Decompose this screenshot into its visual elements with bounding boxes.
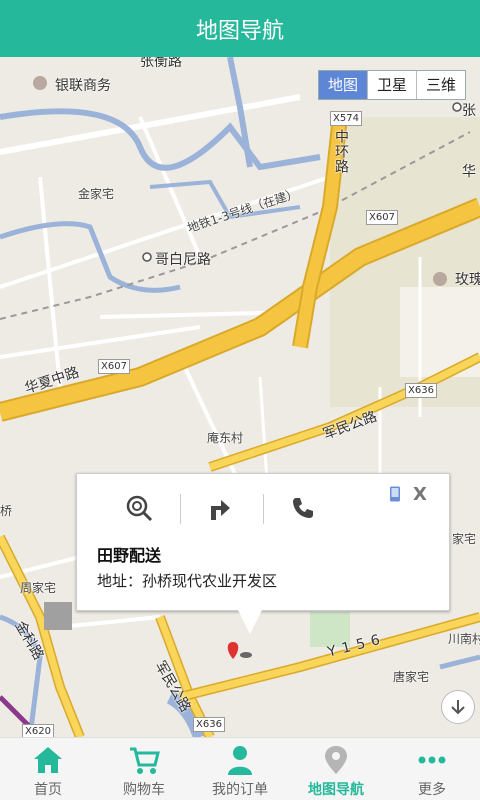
map-view[interactable]: 银联商务 张衡路 金家宅 哥白尼路 地铁1-3号线（在建） 华夏中路 华 中环路… <box>0 57 480 737</box>
divider <box>180 494 181 524</box>
mobile-icon <box>390 486 400 502</box>
turn-arrow-icon <box>211 500 230 520</box>
page-title: 地图导航 <box>195 18 284 44</box>
scroll-down-button[interactable] <box>441 690 475 724</box>
popup-title: 田野配送 <box>97 546 162 565</box>
tab-label: 首页 <box>34 782 62 798</box>
road-shield: X607 <box>366 210 398 225</box>
tab-label: 地图导航 <box>308 782 364 798</box>
tab-cart[interactable]: 购物车 <box>96 738 192 800</box>
map-type-satellite[interactable]: 卫星 <box>367 71 416 99</box>
map-type-switcher: 地图 卫星 三维 <box>318 70 466 100</box>
map-label: 周家宅 <box>20 581 57 595</box>
map-label: 张衡路 <box>140 57 182 70</box>
map-label: 庵东村 <box>207 431 244 445</box>
road-shield: X607 <box>98 359 130 374</box>
arrow-down-icon <box>451 700 465 715</box>
map-label: 华 <box>462 164 476 180</box>
map-label: 金家宅 <box>78 187 115 201</box>
map-label: 玫瑰 <box>455 272 480 288</box>
tab-label: 更多 <box>418 782 446 798</box>
tab-label: 购物车 <box>123 782 165 798</box>
road-shield: X636 <box>405 383 437 398</box>
search-icon <box>126 495 153 522</box>
app-screen: 地图导航 银联商务 张衡路 金家宅 哥白尼路 地铁1-3号线（在建） 华夏中路 … <box>0 0 480 800</box>
call-button[interactable] <box>283 488 323 528</box>
tab-map[interactable]: 地图导航 <box>288 738 384 800</box>
road-shield: X574 <box>330 111 362 126</box>
popup-address: 地址：孙桥现代农业开发区 <box>97 572 278 590</box>
map-label: 张 <box>462 103 476 119</box>
tab-home[interactable]: 首页 <box>0 738 96 800</box>
tab-orders[interactable]: 我的订单 <box>192 738 288 800</box>
bottom-tab-bar: 首页 购物车 我的订单 地图导航 更多 <box>0 737 480 800</box>
phone-icon <box>293 498 313 518</box>
map-label: 银联商务 <box>55 78 111 94</box>
map-label: 哥白尼路 <box>155 252 211 268</box>
map-label: 唐家宅 <box>393 670 430 684</box>
navigate-button[interactable] <box>199 488 239 528</box>
road-shield: X636 <box>193 717 225 732</box>
more-icon <box>418 756 446 764</box>
map-label: 中环路 <box>333 129 349 174</box>
tab-label: 我的订单 <box>212 782 268 798</box>
cart-icon <box>130 747 160 774</box>
map-label: 川南村 <box>448 632 480 646</box>
header-bar: 地图导航 <box>0 0 480 57</box>
home-icon <box>34 747 62 773</box>
close-popup-button[interactable]: X <box>413 484 427 505</box>
map-label: 桥 <box>0 504 13 518</box>
search-nearby-button[interactable] <box>119 488 159 528</box>
divider <box>263 494 264 524</box>
tab-more[interactable]: 更多 <box>384 738 480 800</box>
location-popup: X 田野配送 地址：孙桥现代农业开发区 <box>76 473 450 611</box>
map-pin-icon <box>325 746 347 774</box>
map-type-3d[interactable]: 三维 <box>416 71 465 99</box>
map-label: 家宅 <box>452 532 477 546</box>
user-icon <box>228 746 252 775</box>
map-type-map[interactable]: 地图 <box>319 71 367 99</box>
popup-pointer <box>236 606 264 634</box>
road-shield: X620 <box>22 724 54 737</box>
